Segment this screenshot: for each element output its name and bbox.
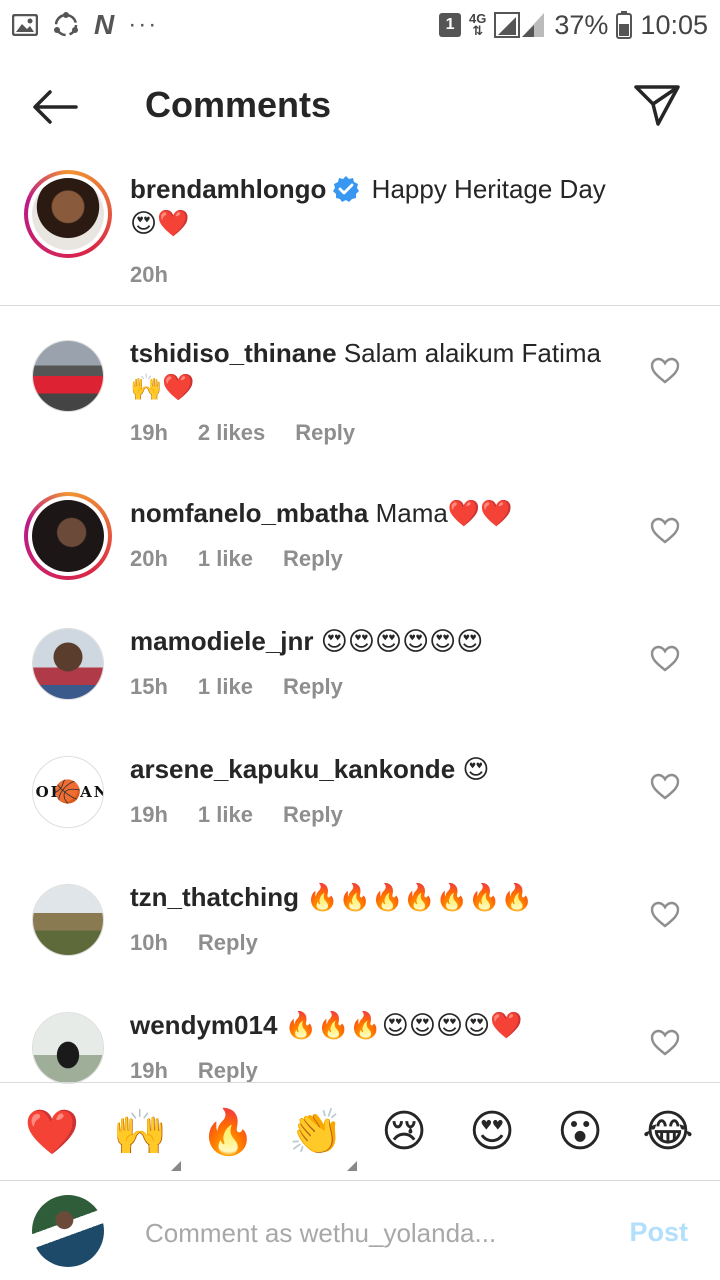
like-heart-icon[interactable] [650,772,680,802]
comment-username[interactable]: tzn_thatching [130,882,299,912]
comment-time: 19h [130,420,168,445]
quick-emoji-bar: ❤️ 🙌 🔥 👏 😢 😍 😮 😂 [0,1082,720,1180]
avatar[interactable] [24,492,112,580]
jumpman-icon: 🏀 [54,779,82,804]
reply-button[interactable]: Reply [283,798,343,832]
comment-time: 10h [130,930,168,955]
network-4g-icon: 4G ⇅ [469,11,487,38]
emoji-label: 🙌 [112,1107,168,1157]
share-button[interactable] [632,80,682,130]
comment-input[interactable] [145,1211,605,1255]
clock: 10:05 [640,9,708,40]
n-app-icon: N [94,9,115,40]
paper-plane-icon [634,85,680,126]
page-title: Comments [145,84,332,125]
sync-icon [52,11,80,39]
emoji-raising-hands-button[interactable]: 🙌 [105,1097,181,1171]
emoji-clapping-button[interactable]: 👏 [281,1097,357,1171]
avatar[interactable] [24,876,112,964]
comment-time: 19h [130,802,168,827]
reply-button[interactable]: Reply [283,542,343,576]
skin-tone-indicator-icon [171,1160,181,1171]
comment-likes[interactable]: 1 like [198,798,253,832]
comment-username[interactable]: arsene_kapuku_kankonde [130,754,455,784]
emoji-label: 👏 [288,1107,344,1157]
comment-text: 😍😍😍😍😍😍 [320,626,484,656]
comment-username[interactable]: wendym014 [130,1010,277,1040]
emoji-surprised-button[interactable]: 😮 [545,1097,615,1167]
battery-percent: 37% [554,9,609,40]
avatar[interactable] [24,1004,112,1092]
verified-badge-icon [333,176,360,202]
comment-time: 15h [130,674,168,699]
comment-likes[interactable]: 1 like [198,670,253,704]
header-bar: Comments [0,62,720,150]
comment-text: Mama❤️❤️ [375,498,513,528]
like-heart-icon[interactable] [650,1028,680,1058]
battery-icon [616,11,633,39]
sim-slot-badge: 1 [439,13,462,37]
back-arrow-icon [33,90,78,124]
like-heart-icon[interactable] [650,900,680,930]
caption-time: 20h [130,262,168,287]
emoji-heart-eyes-button[interactable]: 😍 [457,1097,527,1167]
comment-time: 20h [130,546,168,571]
gallery-icon [12,14,38,36]
skin-tone-indicator-icon [347,1160,357,1171]
emoji-laughing-button[interactable]: 😂 [633,1097,703,1167]
reply-button[interactable]: Reply [198,926,258,960]
comment-username[interactable]: nomfanelo_mbatha [130,498,368,528]
emoji-crying-button[interactable]: 😢 [369,1097,439,1167]
emoji-fire-button[interactable]: 🔥 [193,1097,263,1167]
divider [0,305,720,306]
status-bar: N ··· 1 4G ⇅ 37% 10:05 [0,0,720,50]
comment-likes[interactable]: 2 likes [198,416,265,450]
comment-composer: Post [0,1180,720,1280]
comment-username[interactable]: mamodiele_jnr [130,626,314,656]
like-heart-icon[interactable] [650,644,680,674]
post-button[interactable]: Post [629,1217,688,1248]
avatar[interactable] [24,620,112,708]
reply-button[interactable]: Reply [295,416,355,450]
like-heart-icon[interactable] [650,516,680,546]
current-user-avatar [32,1195,104,1267]
like-heart-icon[interactable] [650,356,680,386]
back-button[interactable] [30,82,80,132]
reply-button[interactable]: Reply [283,670,343,704]
caption-username[interactable]: brendamhlongo [130,174,326,204]
comment-username[interactable]: tshidiso_thinane [130,338,337,368]
signal-icon [494,11,546,39]
emoji-heart-button[interactable]: ❤️ [17,1097,87,1167]
comment-text: 😍 [462,754,490,784]
avatar[interactable] [24,332,112,420]
comment-likes[interactable]: 1 like [198,542,253,576]
avatar[interactable]: JORDAN 🏀 [24,748,112,836]
comment-text: 🔥🔥🔥😍😍😍😍❤️ [284,1010,523,1040]
avatar[interactable] [24,170,112,258]
more-notifications-icon: ··· [128,11,159,38]
comment-text: 🔥🔥🔥🔥🔥🔥🔥 [306,882,533,912]
